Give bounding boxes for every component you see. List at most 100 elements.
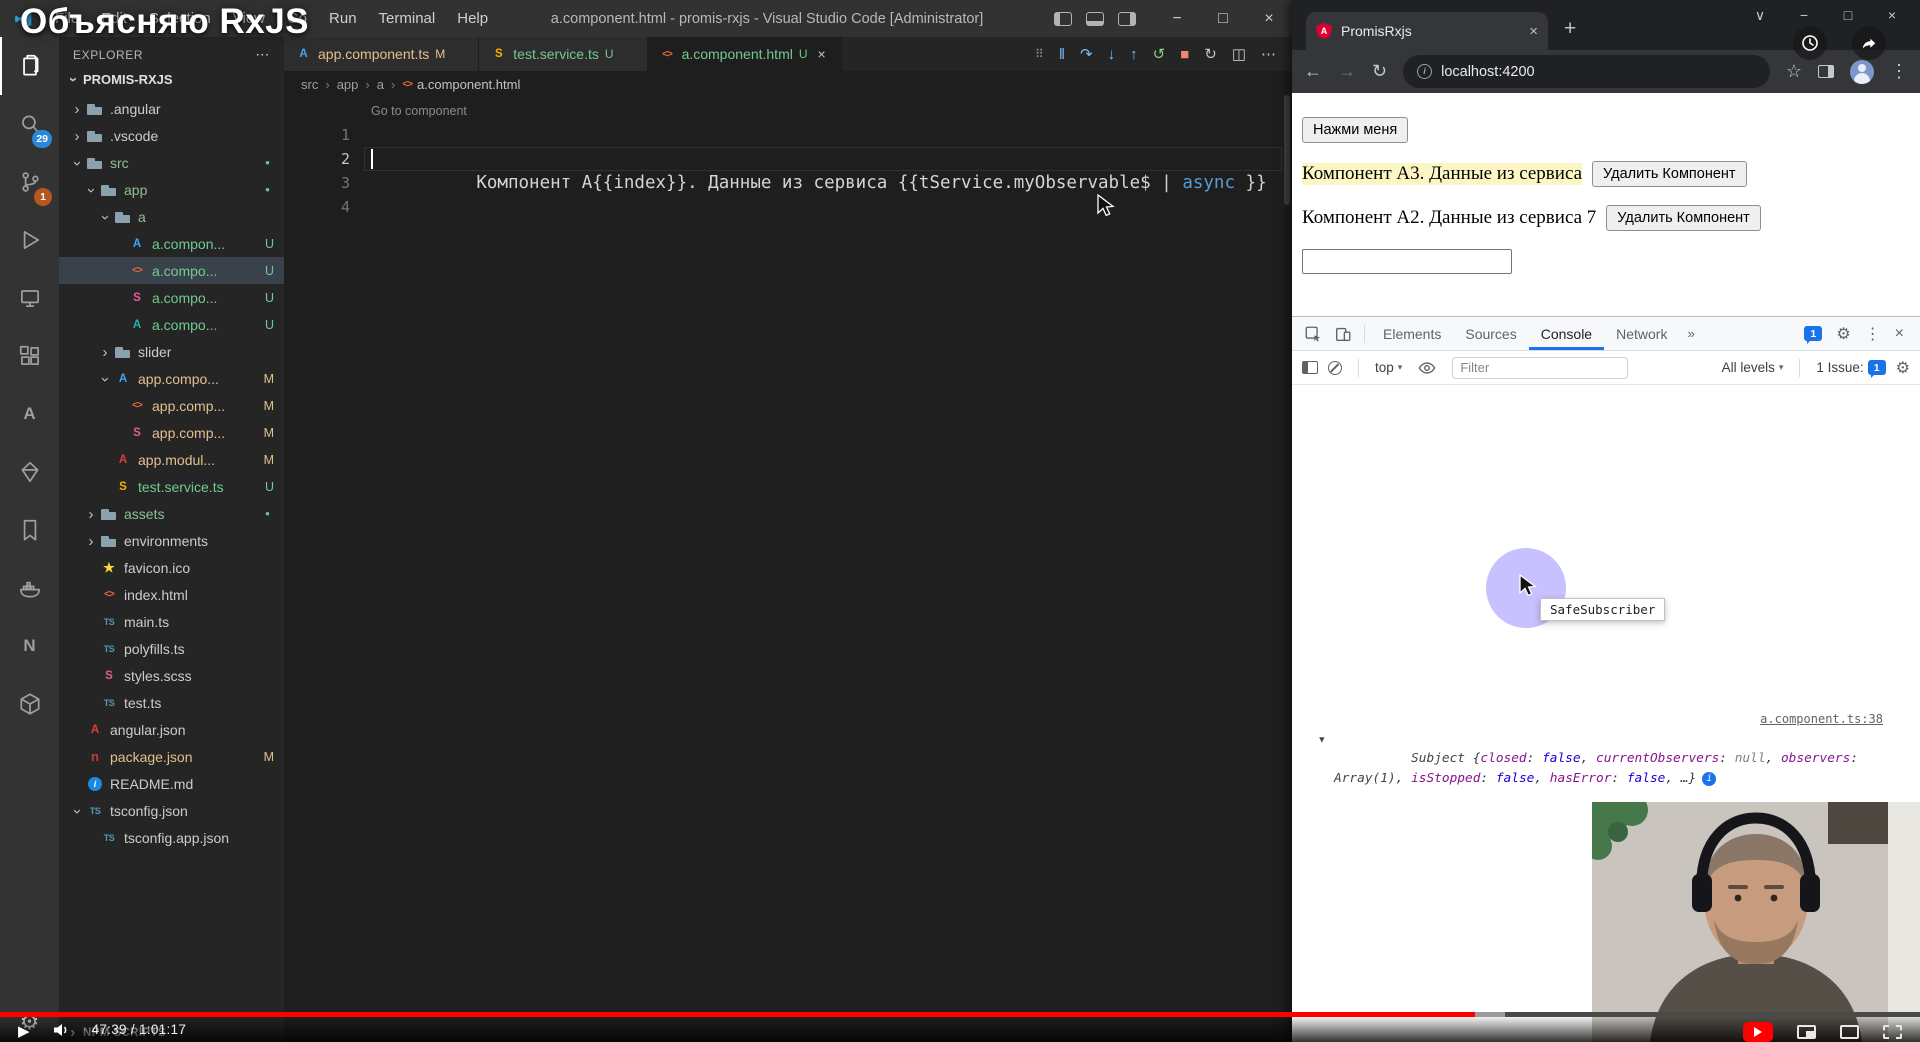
- delete-component-button[interactable]: Удалить Компонент: [1606, 205, 1761, 231]
- breadcrumb-file[interactable]: <> a.component.html: [402, 77, 520, 92]
- delete-component-button[interactable]: Удалить Компонент: [1592, 161, 1747, 187]
- side-panel-icon[interactable]: [1818, 65, 1834, 78]
- file-tree-item[interactable]: a: [59, 203, 284, 230]
- editor-tab[interactable]: <> a.component.html U: [647, 37, 842, 71]
- file-tree-item[interactable]: A app.modul... M: [59, 446, 284, 473]
- site-info-icon[interactable]: i: [1417, 64, 1433, 79]
- expand-twisty-icon[interactable]: [1319, 729, 1324, 750]
- history-icon[interactable]: ↻: [1204, 45, 1217, 63]
- devtools-tab[interactable]: Network: [1604, 317, 1679, 350]
- bookmark-star-icon[interactable]: ☆: [1786, 61, 1802, 82]
- devtools-tab[interactable]: Console: [1529, 317, 1604, 350]
- nx-console-icon[interactable]: N: [0, 617, 59, 675]
- toggle-panel-icon[interactable]: [1086, 11, 1104, 26]
- live-expression-eye-icon[interactable]: [1412, 351, 1442, 384]
- pause-icon[interactable]: ‖: [1059, 46, 1065, 63]
- more-actions-icon[interactable]: ⋯: [1261, 45, 1276, 63]
- address-bar[interactable]: i localhost:4200: [1403, 55, 1770, 88]
- profile-avatar[interactable]: [1850, 59, 1874, 84]
- minimize-icon[interactable]: −: [1154, 0, 1200, 37]
- console-filter-input[interactable]: [1452, 356, 1629, 379]
- drag-handle-icon[interactable]: ⠿: [1035, 47, 1044, 61]
- page-text-input[interactable]: [1302, 249, 1512, 274]
- theater-mode-icon[interactable]: [1840, 1025, 1859, 1039]
- project-root-row[interactable]: PROMIS-RXJS: [59, 68, 284, 91]
- forward-icon[interactable]: →: [1338, 61, 1356, 82]
- file-tree-item[interactable]: ★ favicon.ico: [59, 554, 284, 581]
- menu-item[interactable]: Help: [447, 6, 498, 31]
- file-tree-item[interactable]: i README.md: [59, 770, 284, 797]
- minimize-icon[interactable]: −: [1782, 2, 1826, 28]
- press-me-button[interactable]: Нажми меня: [1302, 117, 1409, 143]
- file-tree-item[interactable]: TS tsconfig.app.json: [59, 824, 284, 851]
- reload-icon[interactable]: ↻: [1372, 61, 1387, 82]
- views-more-icon[interactable]: ⋯: [255, 46, 270, 63]
- console-settings-icon[interactable]: ⚙: [1896, 358, 1910, 378]
- file-tree-item[interactable]: slider: [59, 338, 284, 365]
- file-tree-item[interactable]: src ●: [59, 149, 284, 176]
- split-editor-icon[interactable]: ◫: [1232, 45, 1246, 63]
- breadcrumb-item[interactable]: app: [337, 77, 359, 92]
- console-sidebar-icon[interactable]: [1302, 361, 1318, 374]
- chrome-menu-icon[interactable]: ⋮: [1890, 61, 1908, 82]
- log-levels-selector[interactable]: All levels ▾: [1722, 360, 1784, 375]
- file-tree-item[interactable]: <> a.compo... U: [59, 257, 284, 284]
- restart-icon[interactable]: ↺: [1153, 45, 1166, 63]
- file-tree-item[interactable]: .angular: [59, 95, 284, 122]
- console-object-preview[interactable]: Subject {closed: false, currentObservers…: [1334, 729, 1859, 809]
- watch-later-icon[interactable]: [1793, 26, 1827, 60]
- info-icon[interactable]: i: [1702, 771, 1717, 786]
- source-control-icon[interactable]: 1: [0, 153, 59, 211]
- file-tree-item[interactable]: TS main.ts: [59, 608, 284, 635]
- tab-search-icon[interactable]: ∨: [1738, 2, 1782, 28]
- explorer-icon[interactable]: [0, 37, 59, 95]
- share-icon[interactable]: [1852, 26, 1886, 60]
- youtube-logo[interactable]: [1743, 1022, 1773, 1042]
- inspect-element-icon[interactable]: [1298, 317, 1328, 350]
- breadcrumb-item[interactable]: a: [377, 77, 384, 92]
- file-tree-item[interactable]: S app.comp... M: [59, 419, 284, 446]
- maximize-icon[interactable]: □: [1200, 0, 1246, 37]
- file-tree-item[interactable]: A a.compon... U: [59, 230, 284, 257]
- file-tree-item[interactable]: app ●: [59, 176, 284, 203]
- angular-extension-icon[interactable]: A: [0, 385, 59, 443]
- file-tree-item[interactable]: assets ●: [59, 500, 284, 527]
- code-area[interactable]: 1 Компонент A{{index}}. Данные из сервис…: [284, 123, 1292, 219]
- devtools-settings-icon[interactable]: ⚙: [1836, 324, 1850, 344]
- console-source-link[interactable]: a.component.ts:38: [1760, 709, 1883, 729]
- file-tree-item[interactable]: TS tsconfig.json: [59, 797, 284, 824]
- close-tab-icon[interactable]: ×: [1529, 23, 1538, 40]
- fullscreen-icon[interactable]: [1883, 1025, 1902, 1039]
- remote-explorer-icon[interactable]: [0, 269, 59, 327]
- play-icon[interactable]: ▶: [18, 1022, 30, 1040]
- file-tree-item[interactable]: TS test.ts: [59, 689, 284, 716]
- more-tabs-icon[interactable]: »: [1679, 326, 1702, 341]
- file-tree-item[interactable]: environments: [59, 527, 284, 554]
- volume-icon[interactable]: [52, 1022, 70, 1042]
- extensions-icon[interactable]: [0, 327, 59, 385]
- browser-tab[interactable]: A PromisRxjs ×: [1306, 12, 1548, 50]
- back-icon[interactable]: ←: [1304, 61, 1322, 82]
- issues-counter[interactable]: 1 Issue: 1: [1816, 360, 1886, 378]
- step-over-icon[interactable]: ↷: [1080, 45, 1093, 63]
- close-icon[interactable]: ×: [1246, 0, 1292, 37]
- run-debug-icon[interactable]: [0, 211, 59, 269]
- device-toolbar-icon[interactable]: [1328, 317, 1358, 350]
- file-tree-item[interactable]: TS polyfills.ts: [59, 635, 284, 662]
- devtools-close-icon[interactable]: ×: [1895, 325, 1904, 343]
- clear-console-icon[interactable]: [1328, 360, 1342, 375]
- context-selector[interactable]: top ▾: [1375, 360, 1402, 375]
- package-explorer-icon[interactable]: [0, 675, 59, 733]
- codelens-link[interactable]: Go to component: [284, 104, 1292, 122]
- search-icon[interactable]: 29: [0, 95, 59, 153]
- miniplayer-icon[interactable]: [1797, 1025, 1816, 1039]
- file-tree-item[interactable]: A a.compo... U: [59, 311, 284, 338]
- maximize-icon[interactable]: □: [1826, 2, 1870, 28]
- breadcrumb-item[interactable]: src: [301, 77, 318, 92]
- devtools-menu-icon[interactable]: ⋮: [1865, 324, 1881, 344]
- menu-item[interactable]: Run: [319, 6, 367, 31]
- file-tree-item[interactable]: A app.compo... M: [59, 365, 284, 392]
- devtools-tab[interactable]: Elements: [1371, 317, 1453, 350]
- editor-tab[interactable]: S test.service.ts U: [479, 37, 648, 71]
- devtools-tab[interactable]: Sources: [1453, 317, 1528, 350]
